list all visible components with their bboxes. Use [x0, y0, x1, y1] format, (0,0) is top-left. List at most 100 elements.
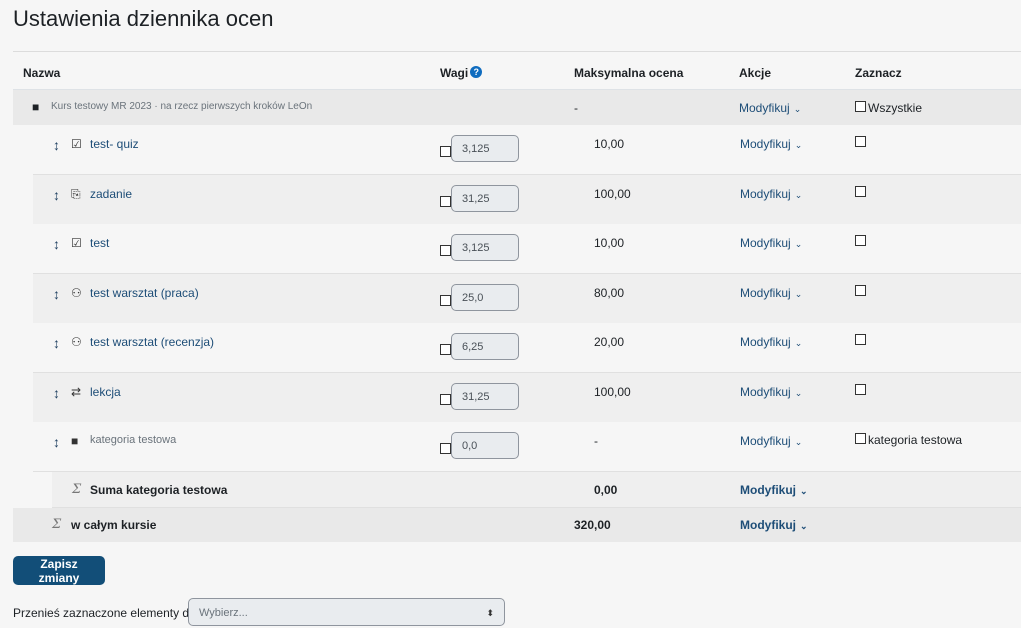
- help-icon[interactable]: ?: [470, 66, 483, 78]
- weight-input[interactable]: 31,25: [451, 185, 519, 212]
- modify-label: Modyfikuj: [740, 236, 791, 250]
- move-icon[interactable]: ↕: [53, 434, 60, 450]
- move-icon[interactable]: ↕: [53, 385, 60, 401]
- item-name[interactable]: kategoria testowa: [90, 434, 176, 446]
- course-total-modify-menu[interactable]: Modyfikuj ⌄: [740, 518, 808, 532]
- select-all-label: Wszystkie: [868, 101, 922, 115]
- assignment-icon: ⎘: [71, 187, 81, 201]
- header-max: Maksymalna ocena: [574, 66, 684, 80]
- grade-item-row: ↕ ■ kategoria testowa 0,0 - Modyfikuj ⌄ kategor…: [33, 422, 1021, 472]
- modify-label: Modyfikuj: [740, 187, 791, 201]
- move-target-select[interactable]: Wybierz... ⬍: [188, 598, 505, 626]
- modify-label: Modyfikuj: [739, 101, 790, 115]
- save-button[interactable]: Zapisz zmiany: [13, 556, 105, 585]
- item-name[interactable]: test warsztat (recenzja): [90, 335, 214, 349]
- modify-label: Modyfikuj: [740, 137, 791, 151]
- move-icon[interactable]: ↕: [53, 286, 60, 302]
- item-name[interactable]: lekcja: [90, 385, 121, 399]
- weight-input[interactable]: 3,125: [451, 234, 519, 261]
- weight-input[interactable]: 6,25: [451, 333, 519, 360]
- item-modify-menu[interactable]: Modyfikuj ⌄: [740, 286, 802, 300]
- move-label: Przenieś zaznaczone elementy do: [13, 606, 196, 620]
- grade-item-row: ↕ ⇄ lekcja 31,25 100,00 Modyfikuj ⌄: [33, 373, 1021, 423]
- item-name[interactable]: test: [90, 236, 109, 250]
- item-select-checkbox[interactable]: [855, 186, 866, 197]
- item-select-checkbox[interactable]: [855, 334, 866, 345]
- weight-input[interactable]: 31,25: [451, 383, 519, 410]
- move-icon[interactable]: ↕: [53, 335, 60, 351]
- item-modify-menu[interactable]: Modyfikuj ⌄: [740, 385, 802, 399]
- modify-label: Modyfikuj: [740, 434, 791, 448]
- item-max-grade: 10,00: [594, 137, 625, 151]
- item-select-checkbox[interactable]: [855, 285, 866, 296]
- item-name[interactable]: zadanie: [90, 187, 132, 201]
- grade-item-row: ↕ ☑ test- quiz 3,125 10,00 Modyfikuj ⌄: [33, 125, 1021, 175]
- weight-input[interactable]: 25,0: [451, 284, 519, 311]
- weight-override-checkbox[interactable]: [440, 196, 451, 207]
- weight-override-checkbox[interactable]: [440, 443, 451, 454]
- page-title: Ustawienia dziennika ocen: [13, 6, 274, 31]
- weight-override-checkbox[interactable]: [440, 295, 451, 306]
- item-modify-menu[interactable]: Modyfikuj ⌄: [740, 434, 802, 448]
- item-name[interactable]: test- quiz: [90, 137, 139, 151]
- workshop-icon: ⚇: [71, 335, 82, 349]
- item-max-grade: -: [594, 434, 598, 448]
- weight-override-checkbox[interactable]: [440, 394, 451, 405]
- weight-override-checkbox[interactable]: [440, 146, 451, 157]
- item-select-checkbox[interactable]: [855, 136, 866, 147]
- item-modify-menu[interactable]: Modyfikuj ⌄: [740, 236, 802, 250]
- move-icon[interactable]: ↕: [53, 137, 60, 153]
- course-total-max: 320,00: [574, 518, 611, 532]
- item-modify-menu[interactable]: Modyfikuj ⌄: [740, 335, 802, 349]
- item-select-checkbox[interactable]: [855, 433, 866, 444]
- sigma-icon: Σ: [52, 517, 62, 532]
- category-total-row: Σ Suma kategoria testowa 0,00 Modyfikuj ⌄: [52, 472, 1021, 508]
- folder-icon: ■: [32, 100, 40, 114]
- modify-label: Modyfikuj: [740, 483, 796, 497]
- grade-item-row: ↕ ⚇ test warsztat (recenzja) 6,25 20,00 Modyf…: [33, 323, 1021, 373]
- weight-override-checkbox[interactable]: [440, 344, 451, 355]
- select-arrows-icon: ⬍: [486, 608, 494, 618]
- grade-item-row: ↕ ☑ test 3,125 10,00 Modyfikuj ⌄: [33, 224, 1021, 274]
- move-select-value: Wybierz...: [199, 607, 248, 619]
- course-row: ■ Kurs testowy MR 2023 · na rzecz pierws…: [13, 90, 1021, 125]
- divider: [13, 51, 1021, 52]
- header-actions: Akcje: [739, 66, 772, 80]
- item-select-checkbox[interactable]: [855, 235, 866, 246]
- category-total-name: Suma kategoria testowa: [90, 483, 228, 497]
- weight-input[interactable]: 0,0: [451, 432, 519, 459]
- chevron-down-icon: ⌄: [794, 140, 803, 150]
- header-name: Nazwa: [23, 66, 61, 80]
- item-name[interactable]: test warsztat (praca): [90, 286, 199, 300]
- course-total-name: w całym kursie: [71, 518, 157, 532]
- item-max-grade: 20,00: [594, 335, 625, 349]
- item-max-grade: 80,00: [594, 286, 625, 300]
- chevron-down-icon: ⌄: [793, 104, 802, 114]
- item-modify-menu[interactable]: Modyfikuj ⌄: [740, 137, 802, 151]
- item-modify-menu[interactable]: Modyfikuj ⌄: [740, 187, 802, 201]
- grade-item-row: ↕ ⎘ zadanie 31,25 100,00 Modyfikuj ⌄: [33, 175, 1021, 225]
- weight-override-checkbox[interactable]: [440, 245, 451, 256]
- select-all-checkbox[interactable]: [855, 101, 866, 112]
- chevron-down-icon: ⌄: [794, 437, 803, 447]
- weight-input[interactable]: 3,125: [451, 135, 519, 162]
- move-icon[interactable]: ↕: [53, 236, 60, 252]
- course-modify-menu[interactable]: Modyfikuj ⌄: [739, 101, 801, 115]
- item-max-grade: 100,00: [594, 187, 631, 201]
- course-name: Kurs testowy MR 2023 · na rzecz pierwszy…: [51, 101, 313, 112]
- chevron-down-icon: ⌄: [794, 289, 803, 299]
- modify-label: Modyfikuj: [740, 385, 791, 399]
- item-select-checkbox[interactable]: [855, 384, 866, 395]
- chevron-down-icon: ⌄: [800, 521, 808, 531]
- header-weights: Wagi?: [440, 66, 483, 80]
- modify-label: Modyfikuj: [740, 518, 796, 532]
- item-max-grade: 100,00: [594, 385, 631, 399]
- move-icon[interactable]: ↕: [53, 187, 60, 203]
- chevron-down-icon: ⌄: [794, 388, 803, 398]
- course-max: -: [574, 101, 578, 115]
- chevron-down-icon: ⌄: [794, 190, 803, 200]
- category-total-modify-menu[interactable]: Modyfikuj ⌄: [740, 483, 808, 497]
- grade-item-row: ↕ ⚇ test warsztat (praca) 25,0 80,00 Modyfiku…: [33, 274, 1021, 324]
- item-select-label: kategoria testowa: [868, 433, 963, 447]
- modify-label: Modyfikuj: [740, 286, 791, 300]
